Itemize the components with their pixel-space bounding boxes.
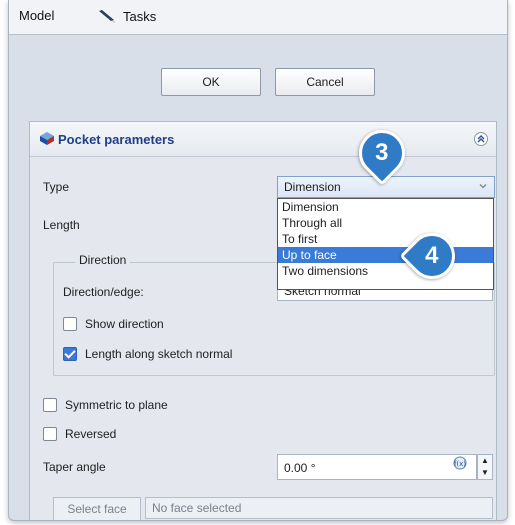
- reversed-label: Reversed: [65, 427, 117, 441]
- chevron-down-icon: [479, 184, 487, 189]
- taper-angle-stepper[interactable]: ▲ ▼: [477, 454, 493, 480]
- show-direction-label: Show direction: [85, 317, 164, 331]
- direction-group-title: Direction: [75, 253, 131, 267]
- tab-tasks-label: Tasks: [123, 8, 157, 24]
- taper-angle-input[interactable]: 0.00 °: [277, 454, 477, 480]
- ok-button[interactable]: OK: [161, 68, 261, 96]
- callout-step-3-number: 3: [375, 138, 389, 166]
- reversed-checkbox[interactable]: [43, 427, 57, 441]
- type-label: Type: [43, 180, 70, 194]
- symmetric-label: Symmetric to plane: [65, 398, 168, 412]
- option-to-first[interactable]: To first: [278, 231, 493, 247]
- tab-model[interactable]: Model: [19, 8, 54, 23]
- collapse-icon[interactable]: [474, 132, 488, 146]
- option-two-dimensions[interactable]: Two dimensions: [278, 263, 493, 279]
- taper-angle-label: Taper angle: [43, 460, 106, 474]
- task-panel-window: Model Tasks OK Cancel Pocket parameters …: [8, 0, 508, 521]
- expression-icon[interactable]: f(x): [453, 456, 467, 470]
- callout-step-4-number: 4: [425, 241, 439, 269]
- tasks-icon: [99, 10, 115, 23]
- option-up-to-face[interactable]: Up to face: [278, 247, 493, 263]
- symmetric-checkbox[interactable]: [43, 398, 57, 412]
- face-selection-field: No face selected: [145, 497, 493, 519]
- type-dropdown-list: Dimension Through all To first Up to fac…: [277, 198, 494, 290]
- option-through-all[interactable]: Through all: [278, 215, 493, 231]
- show-direction-checkbox[interactable]: [63, 317, 77, 331]
- spin-down-icon[interactable]: ▼: [478, 467, 492, 479]
- length-along-normal-label: Length along sketch normal: [85, 347, 233, 361]
- direction-edge-label: Direction/edge:: [63, 285, 144, 299]
- cancel-button[interactable]: Cancel: [275, 68, 375, 96]
- taper-angle-value: 0.00 °: [284, 461, 316, 475]
- tab-tasks[interactable]: Tasks: [97, 8, 156, 24]
- option-dimension[interactable]: Dimension: [278, 199, 493, 215]
- pocket-icon: [40, 132, 54, 145]
- select-face-button[interactable]: Select face: [53, 497, 141, 520]
- svg-text:f(x): f(x): [454, 460, 466, 468]
- panel-title: Pocket parameters: [58, 132, 175, 147]
- tab-bar: Model Tasks: [9, 0, 507, 35]
- panel-header[interactable]: Pocket parameters: [30, 122, 496, 157]
- type-select-value: Dimension: [284, 180, 341, 194]
- length-along-normal-checkbox[interactable]: [63, 347, 77, 361]
- spin-up-icon[interactable]: ▲: [478, 455, 492, 467]
- length-label: Length: [43, 218, 80, 232]
